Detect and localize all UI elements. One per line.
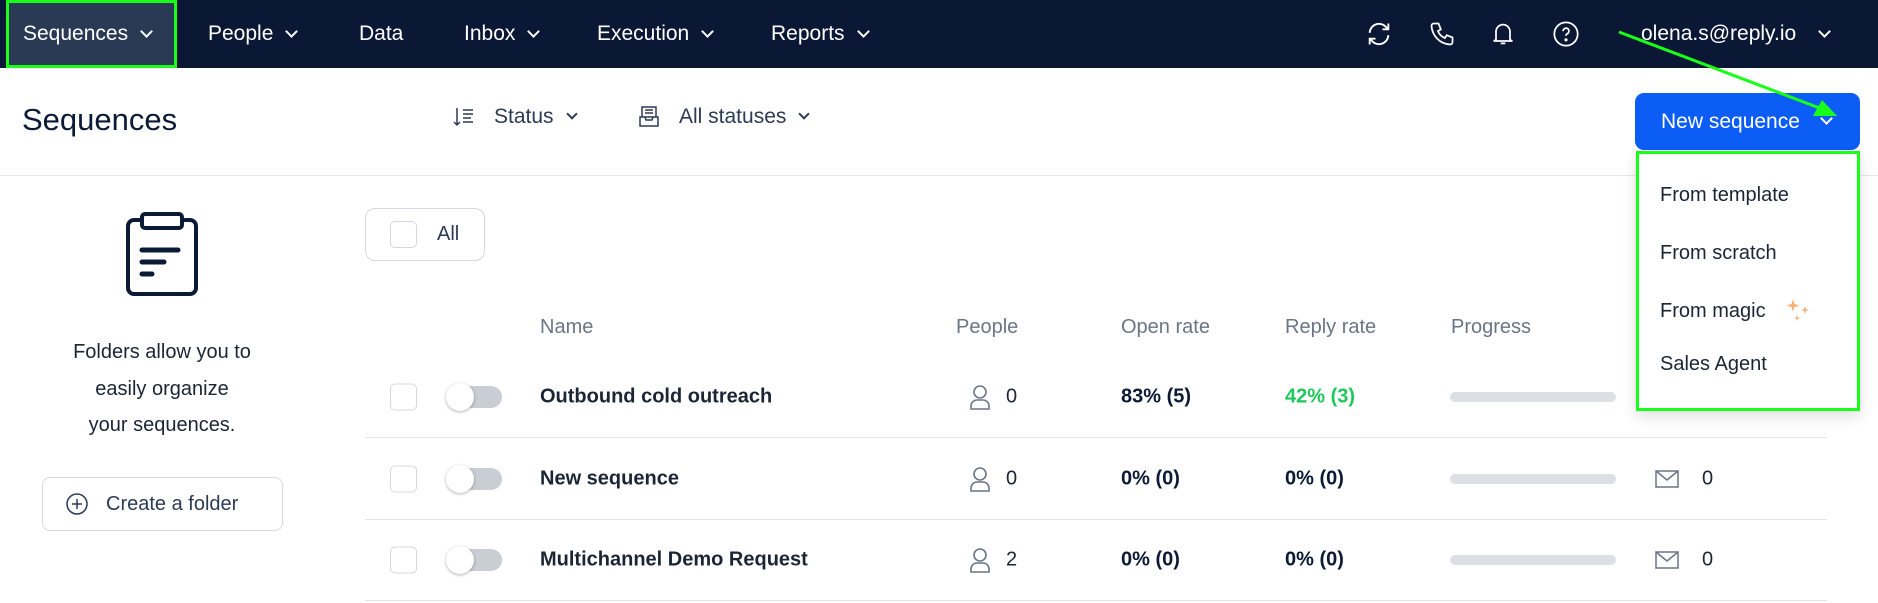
chevron-down-icon [798, 108, 811, 120]
chevron-down-icon [285, 24, 299, 38]
menu-item-from-template[interactable]: From template [1660, 184, 1789, 207]
nav-label: People [208, 22, 274, 45]
email-count: 0 [1702, 467, 1714, 489]
progress-bar [1450, 391, 1616, 402]
menu-item-from-scratch[interactable]: From scratch [1660, 242, 1777, 265]
nav-label: Execution [597, 22, 690, 45]
nav-inbox[interactable]: Inbox [464, 0, 541, 68]
progress-bar [1450, 473, 1616, 484]
person-icon [970, 384, 990, 410]
nav-label: Reports [771, 22, 845, 45]
select-all-label: All [437, 223, 460, 245]
menu-item-from-magic[interactable]: From magic [1660, 297, 1812, 325]
nav-sequences[interactable]: Sequences [6, 0, 177, 68]
person-icon [970, 466, 990, 492]
column-header-reply-rate[interactable]: Reply rate [1285, 316, 1376, 339]
people-count: 0 [1006, 385, 1018, 407]
user-menu[interactable]: olena.s@reply.io [1641, 0, 1832, 68]
email-count: 0 [1702, 548, 1714, 570]
sequence-name[interactable]: New sequence [540, 467, 679, 490]
new-sequence-label: New sequence [1661, 109, 1800, 133]
folders-hint-line: Folders allow you to [73, 341, 251, 363]
clipboard-icon [126, 212, 198, 296]
sequence-name[interactable]: Outbound cold outreach [540, 385, 772, 408]
inbox-tray-icon [639, 106, 659, 127]
progress-bar [1450, 554, 1616, 565]
bell-icon[interactable] [1489, 20, 1517, 48]
reply-rate: 0% (0) [1285, 548, 1344, 570]
table-row[interactable]: Multichannel Demo Request 2 0% (0) 0% (0… [365, 519, 1827, 601]
folders-hint-line: easily organize [95, 377, 229, 400]
nav-data[interactable]: Data [359, 0, 403, 68]
select-all[interactable]: All [365, 208, 485, 261]
chevron-down-icon [140, 24, 153, 38]
sort-icon [453, 108, 473, 127]
table-row[interactable]: Outbound cold outreach 0 83% (5) 42% (3) [365, 356, 1827, 438]
status-filter-dropdown[interactable]: All statuses [636, 105, 811, 129]
chevron-down-icon [1818, 24, 1832, 38]
nav-reports[interactable]: Reports [771, 0, 870, 68]
create-folder-button[interactable]: Create a folder [42, 477, 283, 531]
row-checkbox[interactable] [390, 546, 417, 573]
open-rate: 83% (5) [1121, 385, 1192, 407]
reply-rate: 0% (0) [1285, 467, 1344, 489]
select-all-checkbox[interactable] [390, 221, 417, 248]
column-header-progress[interactable]: Progress [1451, 316, 1531, 339]
nav-label: Inbox [464, 22, 516, 45]
people-count: 2 [1006, 548, 1018, 570]
mail-icon [1655, 550, 1679, 569]
nav-label: Data [359, 22, 404, 45]
header-divider [0, 175, 1878, 176]
nav-execution[interactable]: Execution [597, 0, 715, 68]
sort-label: Status [494, 105, 554, 128]
create-folder-label: Create a folder [106, 492, 239, 515]
folders-hint-line: your sequences. [88, 414, 236, 436]
sort-dropdown[interactable]: Status [452, 105, 578, 129]
table-row[interactable]: New sequence 0 0% (0) 0% (0) 0 [365, 438, 1827, 520]
nav-label: Sequences [23, 22, 129, 45]
new-sequence-button[interactable]: New sequence [1635, 93, 1860, 150]
chevron-down-icon [565, 108, 578, 120]
chevron-down-icon [527, 24, 541, 38]
chevron-down-icon [856, 24, 870, 38]
reply-rate: 42% (3) [1285, 385, 1356, 407]
mail-icon [1655, 469, 1679, 488]
chevron-down-icon [701, 24, 715, 38]
sparkles-icon [1786, 299, 1809, 321]
column-header-people[interactable]: People [956, 316, 1018, 339]
status-toggle[interactable] [446, 464, 502, 493]
row-checkbox[interactable] [390, 465, 417, 492]
phone-icon[interactable] [1428, 20, 1456, 48]
chevron-down-icon[interactable] [1820, 112, 1833, 125]
nav-people[interactable]: People [208, 0, 299, 68]
status-toggle[interactable] [446, 545, 502, 574]
column-header-open-rate[interactable]: Open rate [1121, 316, 1210, 339]
menu-item-label: From magic [1660, 299, 1766, 322]
open-rate: 0% (0) [1121, 548, 1180, 570]
status-filter-label: All statuses [679, 105, 787, 128]
column-header-name[interactable]: Name [540, 316, 593, 339]
folders-hint: Folders allow you to easily organize you… [20, 334, 304, 444]
row-checkbox[interactable] [390, 383, 417, 410]
top-nav: Sequences People Data Inbox Execution Re… [0, 0, 1878, 68]
sync-icon[interactable] [1365, 20, 1393, 48]
status-toggle[interactable] [446, 382, 502, 411]
person-icon [970, 547, 990, 573]
page-title: Sequences [22, 102, 178, 137]
open-rate: 0% (0) [1121, 467, 1180, 489]
plus-circle-icon [66, 493, 88, 515]
help-icon[interactable] [1552, 20, 1580, 48]
sequence-name[interactable]: Multichannel Demo Request [540, 548, 808, 571]
people-count: 0 [1006, 467, 1018, 489]
user-email: olena.s@reply.io [1641, 22, 1797, 45]
